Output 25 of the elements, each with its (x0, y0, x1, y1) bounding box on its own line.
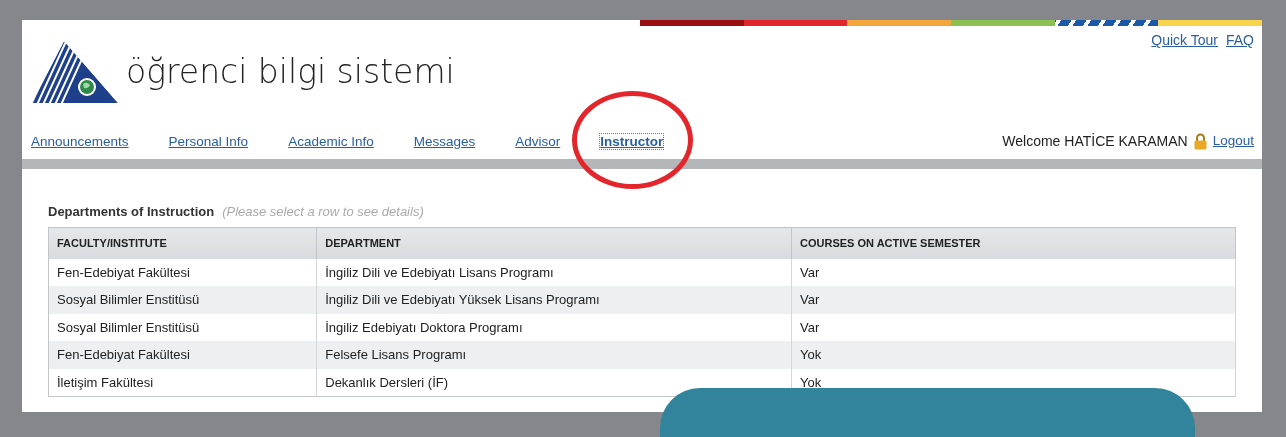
logo-icon (32, 41, 118, 103)
column-header: COURSES ON ACTIVE SEMESTER (791, 227, 1236, 259)
table-cell: Fen-Edebiyat Fakültesi (48, 341, 317, 369)
hint-text: (Please select a row to see details) (222, 204, 424, 219)
table-cell: Felsefe Lisans Programı (316, 341, 792, 369)
nav-tab[interactable]: Academic Info (288, 134, 374, 149)
table-cell: Sosyal Bilimler Enstitüsü (48, 286, 317, 314)
welcome-text: Welcome HATİCE KARAMAN (1002, 131, 1188, 151)
nav-tab[interactable]: Messages (413, 134, 476, 149)
top-link[interactable]: Quick Tour (1151, 30, 1218, 51)
top-link[interactable]: FAQ (1226, 30, 1254, 51)
column-header: FACULTY/INSTITUTE (48, 227, 317, 259)
nav-tab[interactable]: Announcements (31, 134, 129, 149)
table-cell: İletişim Fakültesi (48, 368, 317, 397)
column-header: DEPARTMENT (316, 227, 792, 259)
section-title: Departments of Instruction (48, 204, 215, 219)
table-cell: Var (791, 286, 1236, 314)
table-cell: Yok (791, 341, 1236, 369)
lock-icon (1193, 132, 1207, 150)
table-cell: İngiliz Dili ve Edebiyatı Yüksek Lisans Programı (316, 286, 792, 314)
logo-text: öğrenci bilgi sistemi (126, 51, 455, 94)
logout-link[interactable]: Logout (1212, 130, 1254, 152)
nav-tab[interactable]: Advisor (515, 134, 561, 149)
nav-tab[interactable]: Instructor (600, 134, 664, 149)
nav-tab[interactable]: Personal Info (168, 134, 249, 149)
